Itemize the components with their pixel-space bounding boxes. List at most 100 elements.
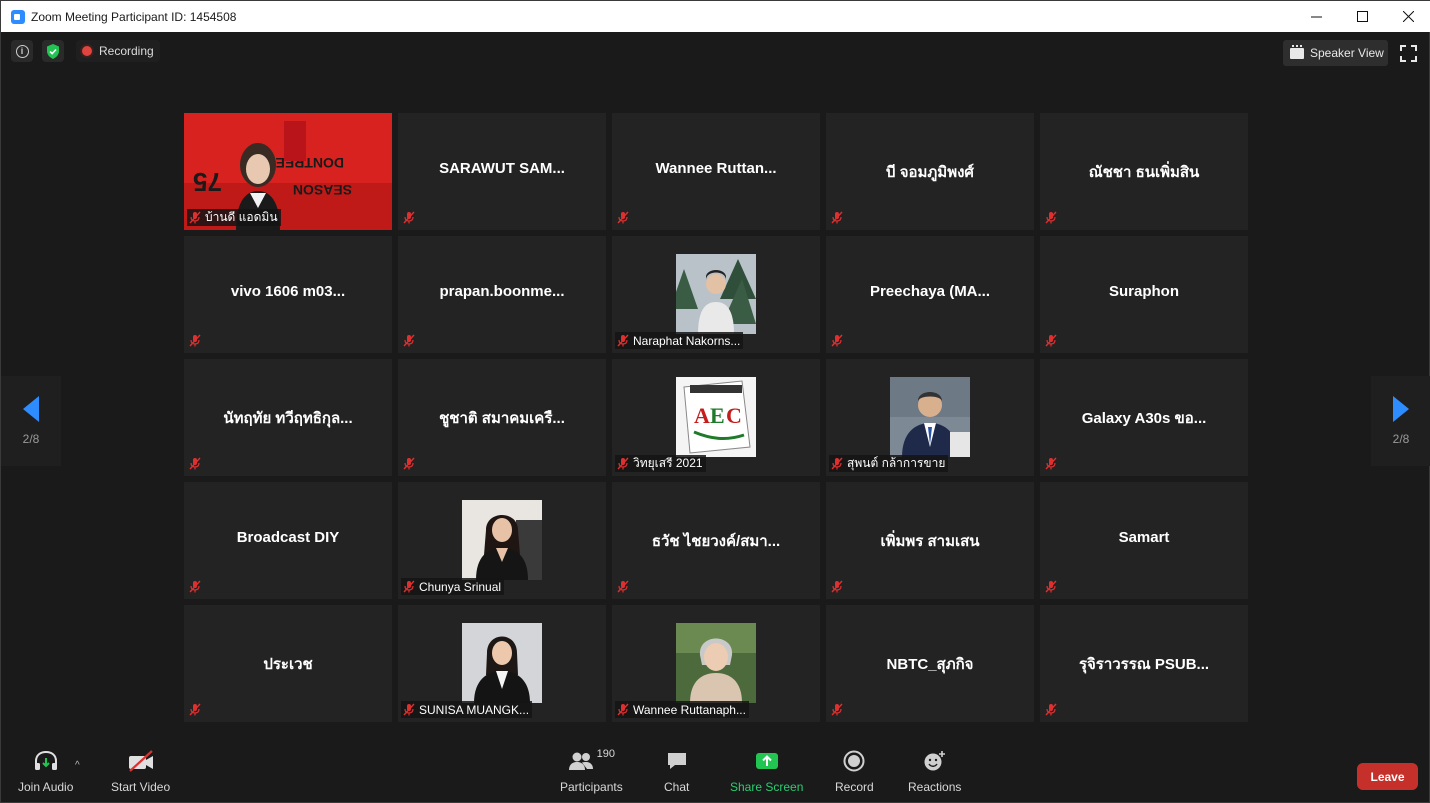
participant-tile[interactable]: Wannee Ruttan... [612,113,820,230]
participant-tile[interactable]: นัทฤทัย ทวีฤทธิกุล... [184,359,392,476]
participant-tile[interactable]: SUNISA MUANGK... [398,605,606,722]
mute-indicator [187,578,204,595]
participant-tile[interactable]: DONTREE SEASON 75 บ้านดี แอดมิน [184,113,392,230]
encryption-button[interactable] [42,40,64,62]
next-page-button[interactable]: 2/8 [1371,376,1430,466]
participant-name-tag: Wannee Ruttanaph... [615,701,749,718]
mute-indicator [829,332,846,349]
participant-tile[interactable]: NBTC_สุภกิจ [826,605,1034,722]
participant-tile[interactable]: ณัชชา ธนเพิ่มสิน [1040,113,1248,230]
chat-label: Chat [664,780,690,794]
close-icon [1402,11,1414,22]
chat-icon [667,753,686,769]
participant-photo [676,254,756,334]
fullscreen-icon[interactable] [1400,45,1417,62]
participant-tile[interactable]: Wannee Ruttanaph... [612,605,820,722]
participant-tile[interactable]: Preechaya (MA... [826,236,1034,353]
zoom-window: Zoom Meeting Participant ID: 1454508 i R… [0,0,1430,803]
join-audio-button[interactable]: Join Audio [18,746,73,794]
participant-tile[interactable]: SARAWUT SAM... [398,113,606,230]
participant-tile[interactable]: Samart [1040,482,1248,599]
minimize-icon [1310,16,1322,18]
participant-tile[interactable]: Chunya Srinual [398,482,606,599]
speaker-view-button[interactable]: Speaker View [1283,40,1388,66]
participant-photo [676,623,756,703]
participant-tile[interactable]: บี จอมภูมิพงศ์ [826,113,1034,230]
participant-tile[interactable]: รุจิราวรรณ PSUB... [1040,605,1248,722]
participant-name: vivo 1606 m03... [230,283,346,300]
reactions-button[interactable]: Reactions [908,746,961,794]
participant-name: ธวัช ไชยวงค์/สมา... [651,533,781,550]
close-button[interactable] [1385,1,1430,32]
participant-name: Naraphat Nakorns... [633,333,741,348]
participant-name: Suraphon [1109,283,1179,300]
headphones-icon [34,750,57,770]
participant-name: บี จอมภูมิพงศ์ [886,164,974,181]
previous-page-button[interactable]: 2/8 [1,376,61,466]
participant-tile[interactable]: Broadcast DIY [184,482,392,599]
participant-tile[interactable]: prapan.boonme... [398,236,606,353]
mic-muted-icon [403,334,415,347]
arrow-left-icon [23,396,39,422]
start-video-button[interactable]: Start Video [111,746,170,794]
participant-tile[interactable]: Galaxy A30s ขอ... [1040,359,1248,476]
participant-name: Wannee Ruttanaph... [633,702,746,717]
record-label: Record [835,780,874,794]
share-screen-button[interactable]: Share Screen [730,746,803,794]
participant-tile[interactable]: Naraphat Nakorns... [612,236,820,353]
participant-photo [890,377,970,457]
participant-name: รุจิราวรรณ PSUB... [1078,656,1210,673]
audio-options-caret-icon[interactable]: ^ [75,760,80,771]
participant-photo-frame [462,500,542,580]
participant-tile[interactable]: ธวัช ไชยวงค์/สมา... [612,482,820,599]
participant-name: ณัชชา ธนเพิ่มสิน [1088,164,1200,181]
arrow-right-icon [1393,396,1409,422]
mic-muted-icon [831,457,843,470]
participant-tile[interactable]: vivo 1606 m03... [184,236,392,353]
leave-button[interactable]: Leave [1357,763,1418,790]
participant-name: วิทยุเสรี 2021 [633,456,703,470]
participant-tile[interactable]: เพิ่มพร สามเสน [826,482,1034,599]
participant-tile[interactable]: ประเวช [184,605,392,722]
share-screen-label: Share Screen [730,780,804,794]
mic-muted-icon [1045,703,1057,716]
participant-name-tag: Chunya Srinual [401,578,505,595]
maximize-button[interactable] [1339,1,1385,32]
mute-indicator [829,701,846,718]
minimize-button[interactable] [1293,1,1339,32]
mute-indicator [1043,209,1060,226]
participants-button[interactable]: 190 Participants [560,746,623,794]
participant-tile[interactable]: A E C วิทยุเสรี 2021 [612,359,820,476]
participant-name-tag: Naraphat Nakorns... [615,332,744,349]
title-bar: Zoom Meeting Participant ID: 1454508 [1,1,1430,32]
mic-muted-icon [831,334,843,347]
mute-indicator [1043,701,1060,718]
mute-indicator [615,209,632,226]
mic-muted-icon [189,334,201,347]
shield-icon [47,43,59,59]
record-icon [843,750,865,772]
participant-name-tag: บ้านดี แอดมิน [187,209,281,226]
recording-label: Recording [99,44,154,58]
participant-name: เพิ่มพร สามเสน [880,533,980,550]
recording-indicator[interactable]: Recording [76,40,160,62]
participant-tile[interactable]: ชูชาติ สมาคมเครื... [398,359,606,476]
participant-tile[interactable]: Suraphon [1040,236,1248,353]
svg-text:E: E [710,403,725,428]
mic-muted-icon [189,580,201,593]
meeting-info-button[interactable]: i [11,40,33,62]
participants-label: Participants [560,780,623,794]
speaker-view-icon [1290,44,1304,59]
mic-muted-icon [403,703,415,716]
join-audio-label: Join Audio [18,780,74,794]
reactions-label: Reactions [908,780,962,794]
mic-muted-icon [1045,211,1057,224]
mic-muted-icon [189,211,201,224]
record-button[interactable]: Record [835,746,874,794]
speaker-view-label: Speaker View [1310,46,1384,60]
mute-indicator [829,578,846,595]
participant-tile[interactable]: สุพนต์ กล้าการขาย [826,359,1034,476]
participant-name-tag: สุพนต์ กล้าการขาย [829,455,949,472]
participant-photo-frame [462,623,542,703]
chat-button[interactable]: Chat [664,746,689,794]
